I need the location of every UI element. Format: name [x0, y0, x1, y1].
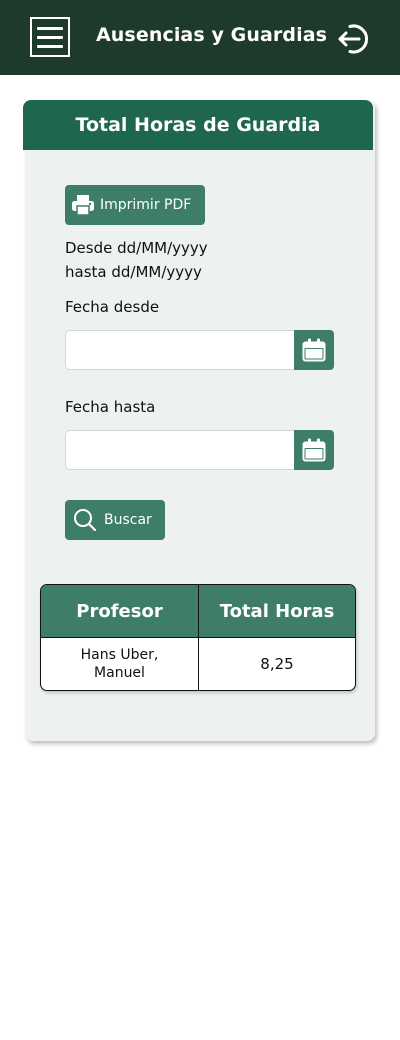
logout-button[interactable]: [336, 21, 372, 57]
results-table: Profesor Total Horas Hans Uber, Manuel 8…: [40, 584, 356, 691]
cell-profesor: Hans Uber, Manuel: [41, 638, 199, 690]
date-format-hint: Desde dd/MM/yyyy hasta dd/MM/yyyy: [65, 236, 208, 284]
fecha-desde-input[interactable]: [65, 330, 297, 370]
search-icon: [74, 509, 97, 532]
menu-button[interactable]: [30, 17, 70, 57]
top-app-bar: Ausencias y Guardias: [0, 0, 400, 75]
cell-total-horas: 8,25: [260, 655, 294, 673]
column-header-profesor: Profesor: [41, 585, 199, 637]
hamburger-line: [37, 44, 63, 48]
printer-icon: [72, 195, 94, 216]
fecha-hasta-label: Fecha hasta: [65, 398, 156, 416]
column-header-total-horas: Total Horas: [219, 600, 335, 622]
fecha-desde-label: Fecha desde: [65, 298, 160, 316]
fecha-hasta-calendar-button[interactable]: [294, 430, 334, 470]
card-title: Total Horas de Guardia: [23, 100, 373, 150]
hamburger-line: [37, 35, 63, 39]
fecha-desde-calendar-button[interactable]: [294, 330, 334, 370]
calendar-icon: [302, 338, 326, 362]
fecha-hasta-input[interactable]: [65, 430, 297, 470]
date-hint-line1: Desde dd/MM/yyyy: [65, 239, 208, 257]
table-header: Profesor Total Horas: [41, 585, 355, 638]
date-hint-line2: hasta dd/MM/yyyy: [65, 263, 202, 281]
logout-icon: [338, 24, 368, 54]
search-button[interactable]: Buscar: [65, 500, 165, 540]
print-pdf-button[interactable]: Imprimir PDF: [65, 185, 205, 225]
search-button-label: Buscar: [104, 512, 152, 528]
hamburger-menu-icon: [37, 26, 63, 30]
app-title: Ausencias y Guardias: [96, 24, 328, 46]
print-pdf-label: Imprimir PDF: [100, 197, 192, 213]
table-row: Hans Uber, Manuel 8,25: [41, 638, 355, 690]
calendar-icon: [302, 438, 326, 462]
